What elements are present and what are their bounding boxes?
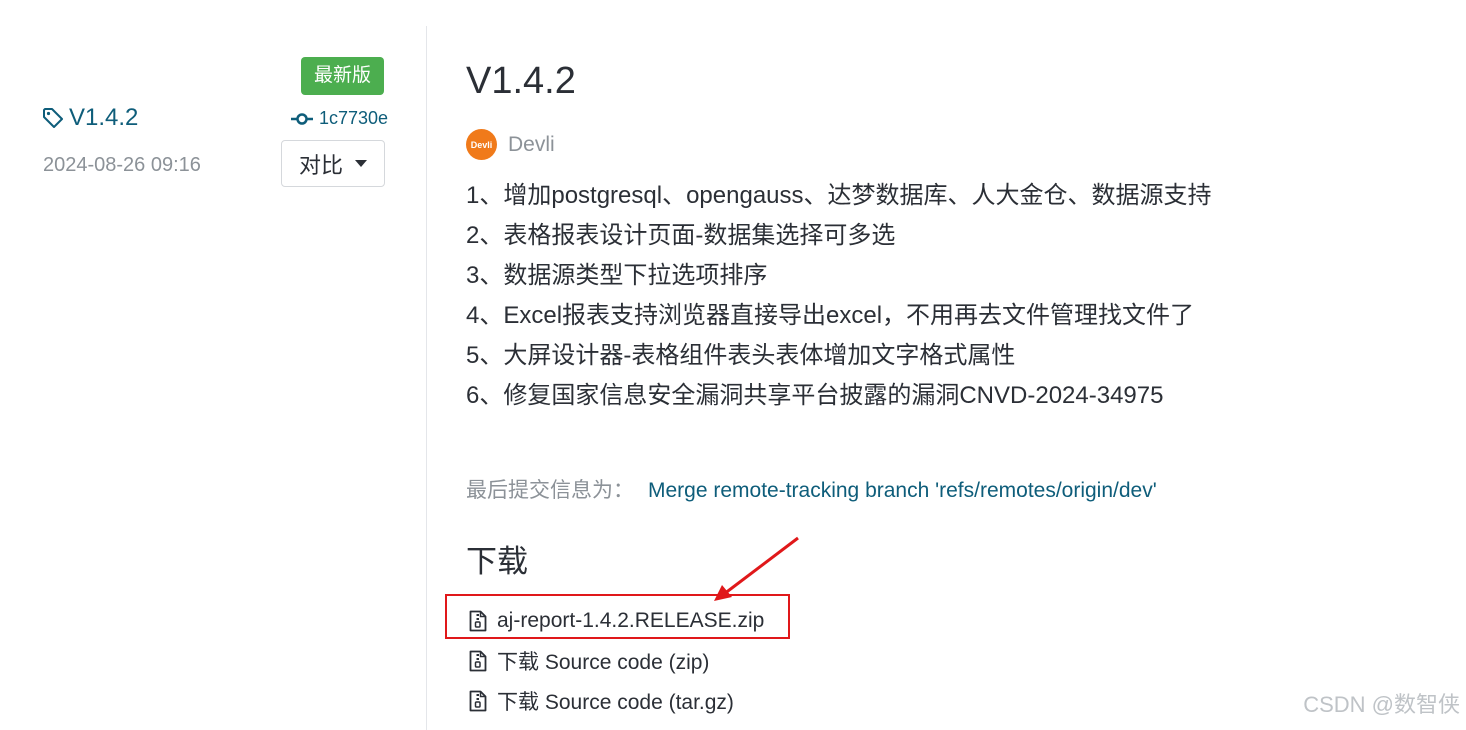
watermark: CSDN @数智侠 <box>1303 692 1460 717</box>
release-notes: 1、增加postgresql、opengauss、达梦数据库、人大金仓、数据源支… <box>466 176 1212 416</box>
author-name: Devli <box>508 132 555 156</box>
last-commit-label: 最后提交信息为： <box>466 479 634 502</box>
avatar: Devli <box>466 129 497 160</box>
compare-dropdown-button[interactable]: 对比 <box>281 140 385 187</box>
release-date: 2024-08-26 09:16 <box>43 154 201 176</box>
tag-icon <box>43 108 63 128</box>
commit-icon <box>291 112 313 125</box>
download-source-zip-link[interactable]: 下载 Source code (zip) <box>469 641 764 681</box>
last-commit-link[interactable]: Merge remote-tracking branch 'refs/remot… <box>648 479 1157 502</box>
release-note-item: 1、增加postgresql、opengauss、达梦数据库、人大金仓、数据源支… <box>466 182 1212 209</box>
caret-down-icon <box>355 160 367 167</box>
download-source-targz-link[interactable]: 下载 Source code (tar.gz) <box>469 681 764 721</box>
release-note-item: 5、大屏设计器-表格组件表头表体增加文字格式属性 <box>466 342 1016 369</box>
release-note-item: 3、数据源类型下拉选项排序 <box>466 262 768 289</box>
download-label: 下载 Source code (zip) <box>497 651 710 674</box>
release-sidebar: 最新版 V1.4.2 1c7730e 2024-08-26 09:16 对比 <box>0 0 426 730</box>
download-label: 下载 Source code (tar.gz) <box>497 691 734 714</box>
column-divider <box>426 26 427 730</box>
zip-file-icon <box>469 690 487 712</box>
release-note-item: 6、修复国家信息安全漏洞共享平台披露的漏洞CNVD-2024-34975 <box>466 382 1164 409</box>
last-commit-info: 最后提交信息为： Merge remote-tracking branch 're… <box>466 474 1157 504</box>
release-title: V1.4.2 <box>466 60 576 102</box>
zip-file-icon <box>469 650 487 672</box>
compare-label: 对比 <box>298 152 343 178</box>
latest-badge: 最新版 <box>301 57 384 95</box>
downloads-heading: 下载 <box>466 544 528 579</box>
release-author[interactable]: Devli Devli <box>466 129 555 160</box>
release-note-item: 4、Excel报表支持浏览器直接导出excel，不用再去文件管理找文件了 <box>466 302 1195 329</box>
annotation-arrow <box>714 536 799 601</box>
commit-hash: 1c7730e <box>319 108 389 128</box>
release-tag-label: V1.4.2 <box>69 104 139 131</box>
release-note-item: 2、表格报表设计页面-数据集选择可多选 <box>466 222 896 249</box>
release-tag-link[interactable]: V1.4.2 <box>41 104 138 132</box>
commit-link[interactable]: 1c7730e <box>291 108 388 129</box>
